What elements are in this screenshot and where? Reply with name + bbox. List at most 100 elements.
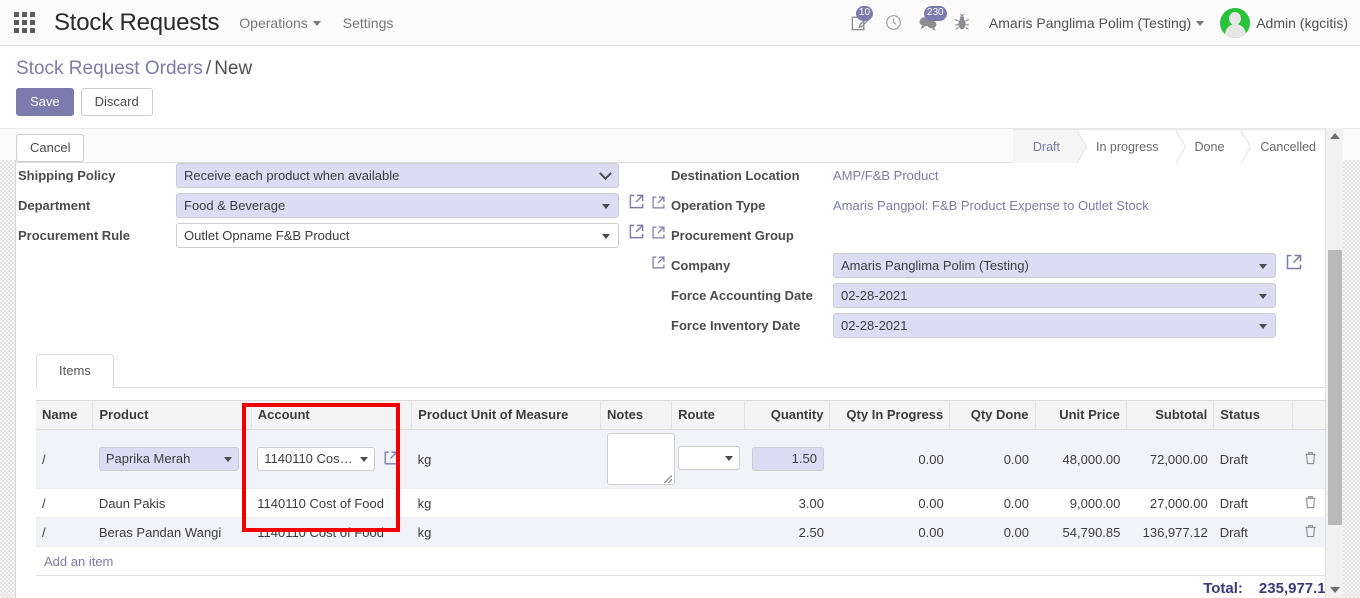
external-link-icon[interactable]	[651, 225, 666, 245]
quantity-input[interactable]: 1.50	[751, 447, 824, 471]
notebook-tabs: Items	[36, 354, 1328, 388]
col-quantity[interactable]: Quantity	[744, 400, 831, 430]
cell-qty-in-progress: 0.00	[829, 429, 950, 489]
col-route[interactable]: Route	[671, 400, 746, 430]
company-input-value: Amaris Panglima Polim (Testing)	[841, 258, 1029, 273]
scrollbar-thumb[interactable]	[1328, 250, 1342, 525]
external-link-icon[interactable]	[383, 450, 399, 469]
menu-item-settings[interactable]: Settings	[343, 15, 394, 31]
cell-uom: kg	[411, 488, 601, 518]
field-company-label: Company	[652, 253, 833, 275]
cell-product[interactable]: Daun Pakis	[92, 488, 252, 518]
notes-textarea[interactable]	[606, 433, 675, 485]
discard-button[interactable]: Discard	[80, 88, 153, 116]
cell-account[interactable]: 1140110 Cost of Food	[251, 488, 412, 518]
field-procurement-rule-label: Procurement Rule	[18, 228, 130, 243]
col-name[interactable]: Name	[36, 400, 94, 430]
apps-grid-icon[interactable]	[14, 11, 36, 34]
cell-account[interactable]: 1140110 Cost of Food	[251, 517, 412, 547]
col-qty-in-progress[interactable]: Qty In Progress	[829, 400, 951, 430]
external-link-icon[interactable]	[1285, 253, 1303, 274]
company-input[interactable]: Amaris Panglima Polim (Testing)	[833, 253, 1276, 278]
cell-account[interactable]: 1140110 Cost of F	[251, 429, 412, 489]
user-menu[interactable]: Admin (kgcitis)	[1256, 15, 1348, 31]
company-selector[interactable]: Amaris Panglima Polim (Testing)	[989, 15, 1205, 31]
save-button[interactable]: Save	[16, 88, 74, 116]
field-force-inventory-date-label: Force Inventory Date	[671, 318, 801, 333]
shipping-policy-select[interactable]: Receive each product when available	[176, 163, 619, 188]
table-row[interactable]: / Beras Pandan Wangi 1140110 Cost of Foo…	[36, 517, 1328, 547]
cell-notes[interactable]	[600, 517, 672, 547]
external-link-icon[interactable]	[651, 255, 666, 275]
status-draft[interactable]: Draft	[1012, 129, 1088, 164]
col-account[interactable]: Account	[251, 400, 413, 430]
left-scroll-gutter[interactable]	[0, 160, 16, 598]
force-accounting-date-input[interactable]: 02-28-2021	[833, 283, 1276, 308]
col-product[interactable]: Product	[92, 400, 252, 430]
col-status[interactable]: Status	[1213, 400, 1294, 430]
messages-icon[interactable]: 230	[911, 5, 947, 40]
field-operation-type-label: Operation Type	[652, 193, 833, 215]
col-subtotal[interactable]: Subtotal	[1126, 400, 1215, 430]
activity-note-icon[interactable]: 10	[843, 5, 877, 40]
department-input[interactable]: Food & Beverage	[176, 193, 619, 218]
cell-quantity[interactable]: 2.50	[744, 517, 830, 547]
scroll-down-arrow-icon[interactable]	[1326, 582, 1344, 598]
external-link-icon[interactable]	[628, 223, 645, 243]
cell-notes[interactable]	[600, 488, 672, 518]
cell-notes[interactable]	[600, 429, 675, 489]
status-in-progress[interactable]: In progress	[1075, 129, 1185, 164]
account-input[interactable]: 1140110 Cost of F	[257, 447, 376, 471]
field-procurement-group-value	[833, 223, 1328, 227]
menu-item-operations[interactable]: Operations	[239, 15, 321, 31]
cell-qty-in-progress: 0.00	[829, 488, 950, 518]
route-select[interactable]	[677, 445, 740, 470]
external-link-icon[interactable]	[651, 195, 666, 215]
trash-icon[interactable]	[1304, 495, 1317, 512]
avatar[interactable]	[1220, 7, 1251, 38]
app-brand-title[interactable]: Stock Requests	[54, 9, 219, 37]
force-inventory-date-input[interactable]: 02-28-2021	[833, 313, 1276, 338]
top-navbar: Stock Requests Operations Settings 10 23…	[0, 0, 1360, 46]
col-notes[interactable]: Notes	[600, 400, 673, 430]
resize-grip-icon[interactable]	[663, 475, 672, 483]
cell-quantity[interactable]: 1.50	[744, 429, 830, 489]
cell-delete[interactable]	[1292, 429, 1328, 489]
cell-product[interactable]: Paprika Merah	[92, 429, 252, 489]
table-row[interactable]: / Paprika Merah 1140110 Cost of F kg 1.5…	[36, 429, 1328, 489]
field-force-accounting-date-label: Force Accounting Date	[671, 288, 813, 303]
cell-product[interactable]: Beras Pandan Wangi	[92, 517, 252, 547]
col-product-unit-of-measure[interactable]: Product Unit of Measure	[411, 400, 601, 430]
cell-quantity[interactable]: 3.00	[744, 488, 830, 518]
procurement-rule-input[interactable]: Outlet Opname F&B Product	[176, 223, 619, 248]
product-input[interactable]: Paprika Merah	[98, 447, 239, 471]
items-table: Name Product Account Product Unit of Mea…	[36, 400, 1328, 547]
status-cancelled[interactable]: Cancelled	[1240, 129, 1332, 163]
col-unit-price[interactable]: Unit Price	[1035, 400, 1127, 430]
trash-icon[interactable]	[1304, 524, 1317, 541]
cell-delete[interactable]	[1292, 517, 1328, 547]
field-department-label: Department	[18, 198, 91, 213]
field-department-value: Food & Beverage	[176, 193, 658, 218]
trash-icon[interactable]	[1304, 451, 1317, 468]
force-accounting-date-value: 02-28-2021	[841, 288, 908, 303]
clock-icon[interactable]	[877, 6, 911, 40]
caret-down-icon	[1259, 294, 1267, 299]
external-link-icon[interactable]	[628, 193, 645, 213]
tab-items[interactable]: Items	[36, 354, 114, 388]
breadcrumb-current: New	[214, 58, 253, 79]
cell-route[interactable]	[671, 429, 745, 489]
cell-route[interactable]	[671, 517, 745, 547]
table-row[interactable]: / Daun Pakis 1140110 Cost of Food kg 3.0…	[36, 488, 1328, 518]
add-an-item-link[interactable]: Add an item	[36, 547, 113, 569]
right-scroll-gutter[interactable]	[1343, 160, 1360, 598]
vertical-scrollbar[interactable]	[1325, 128, 1343, 598]
col-qty-done[interactable]: Qty Done	[949, 400, 1036, 430]
scroll-up-arrow-icon[interactable]	[1326, 128, 1344, 144]
cell-route[interactable]	[671, 488, 745, 518]
bug-icon[interactable]	[945, 6, 979, 40]
field-department: Department Food & Beverage	[18, 193, 658, 219]
cancel-button[interactable]: Cancel	[16, 134, 85, 162]
cell-delete[interactable]	[1292, 488, 1328, 518]
breadcrumb-parent[interactable]: Stock Request Orders	[16, 58, 203, 79]
